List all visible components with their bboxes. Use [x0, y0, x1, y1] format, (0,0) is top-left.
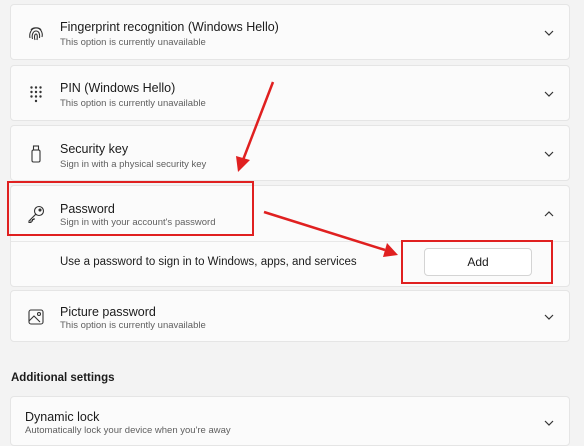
security-key-subtitle: Sign in with a physical security key: [60, 159, 207, 170]
pin-title: PIN (Windows Hello): [60, 81, 176, 95]
picture-icon: [25, 306, 47, 328]
usb-key-icon: [25, 143, 47, 165]
security-key-title: Security key: [60, 142, 129, 156]
chevron-up-icon[interactable]: [543, 208, 555, 220]
chevron-down-icon[interactable]: [543, 88, 555, 100]
password-subtitle: Sign in with your account's password: [60, 217, 216, 228]
dynamic-lock-subtitle: Automatically lock your device when you'…: [25, 425, 231, 436]
picture-password-subtitle: This option is currently unavailable: [60, 320, 206, 331]
chevron-down-icon[interactable]: [543, 417, 555, 429]
divider: [11, 241, 569, 242]
add-password-button[interactable]: Add: [424, 248, 532, 276]
key-icon: [25, 203, 47, 225]
chevron-down-icon[interactable]: [543, 311, 555, 323]
chevron-down-icon[interactable]: [543, 148, 555, 160]
keypad-icon: [25, 83, 47, 105]
fingerprint-card[interactable]: Fingerprint recognition (Windows Hello) …: [10, 4, 570, 60]
section-heading-additional: Additional settings: [11, 372, 115, 384]
dynamic-lock-card[interactable]: Dynamic lock Automatically lock your dev…: [10, 396, 570, 446]
fingerprint-subtitle: This option is currently unavailable: [60, 37, 206, 48]
picture-password-card[interactable]: Picture password This option is currentl…: [10, 290, 570, 342]
picture-password-title: Picture password: [60, 305, 156, 319]
dynamic-lock-title: Dynamic lock: [25, 410, 100, 424]
fingerprint-icon: [25, 23, 47, 45]
fingerprint-title: Fingerprint recognition (Windows Hello): [60, 20, 279, 34]
security-key-card[interactable]: Security key Sign in with a physical sec…: [10, 125, 570, 181]
pin-card[interactable]: PIN (Windows Hello) This option is curre…: [10, 65, 570, 121]
chevron-down-icon[interactable]: [543, 27, 555, 39]
pin-subtitle: This option is currently unavailable: [60, 98, 206, 109]
password-title: Password: [60, 202, 115, 216]
password-description: Use a password to sign in to Windows, ap…: [60, 256, 357, 268]
